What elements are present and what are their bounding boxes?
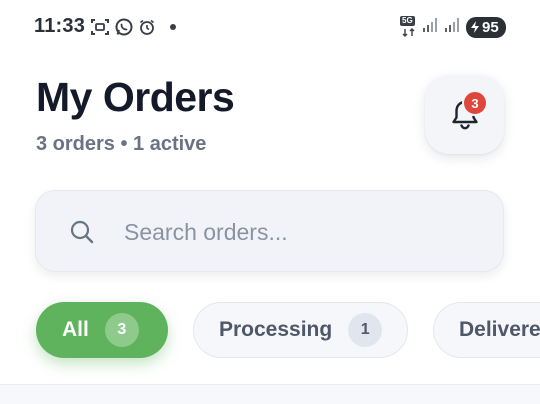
- filter-chip-label: Delivered: [459, 318, 540, 341]
- filter-chip-all[interactable]: All 3: [36, 302, 168, 358]
- battery-icon: 95: [466, 16, 506, 38]
- status-time: 11:33: [34, 15, 86, 37]
- whatsapp-icon: [114, 17, 134, 37]
- status-icons-left: [90, 16, 176, 38]
- page-subtitle: 3 orders • 1 active: [36, 133, 207, 155]
- notification-count-badge: 3: [462, 90, 488, 116]
- signal-icon: [422, 16, 440, 39]
- status-icons-right: 5G 95: [400, 15, 506, 39]
- screenshot-icon: [90, 17, 110, 37]
- filter-chip-count: 1: [348, 313, 383, 347]
- orders-list-top: [0, 384, 540, 404]
- filter-chip-processing[interactable]: Processing 1: [193, 302, 408, 358]
- page-title: My Orders: [36, 74, 235, 120]
- battery-level: 95: [482, 18, 499, 36]
- filter-chip-count: 3: [104, 313, 139, 347]
- filter-chip-delivered[interactable]: Delivered: [433, 302, 540, 358]
- search-bar[interactable]: [35, 190, 504, 272]
- search-icon: [69, 219, 95, 250]
- orders-screen: 11:33 5G 95 My Orders 3 orders • 1 activ…: [0, 0, 540, 404]
- filter-chip-label: Processing: [219, 318, 333, 341]
- notifications-button[interactable]: [425, 75, 504, 154]
- search-input[interactable]: [124, 211, 484, 253]
- filter-chip-label: All: [62, 318, 89, 341]
- signal-icon: [444, 16, 462, 39]
- network-5g-icon: 5G: [400, 16, 418, 38]
- status-bar: 11:33 5G 95: [0, 0, 540, 54]
- filter-chips: All 3 Processing 1 Delivered: [36, 302, 540, 360]
- notification-dot: [170, 24, 176, 30]
- alarm-icon: [138, 18, 156, 36]
